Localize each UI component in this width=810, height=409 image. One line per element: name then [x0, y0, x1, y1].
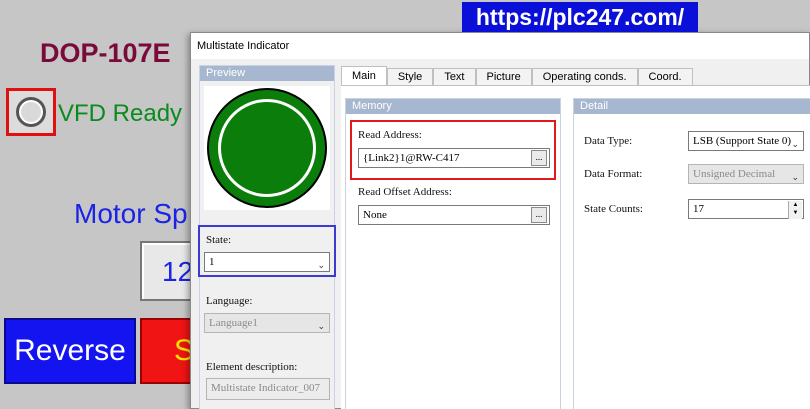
data-type-value: LSB (Support State 0): [693, 135, 792, 147]
indicator-lamp-icon: [16, 97, 46, 127]
read-offset-address-field[interactable]: None ...: [358, 205, 550, 225]
state-select-value: 1: [209, 256, 215, 268]
read-offset-address-value: None: [363, 209, 387, 221]
lamp-inner-ring: [218, 99, 316, 197]
green-lamp-icon: [207, 88, 327, 208]
vfd-ready-indicator-selected[interactable]: [6, 88, 56, 136]
main-tab-panel: Memory Read Address: {Link2}1@RW-C417 ..…: [341, 85, 810, 409]
speed-value: 12: [162, 256, 194, 287]
read-offset-browse-button[interactable]: ...: [531, 207, 547, 223]
tab-strip: Main Style Text Picture Operating conds.…: [341, 66, 693, 86]
detail-header: Detail: [574, 99, 810, 114]
language-select[interactable]: Language1 ⌄: [204, 313, 330, 333]
tab-text[interactable]: Text: [433, 68, 476, 86]
data-type-select[interactable]: LSB (Support State 0) ⌄: [688, 131, 804, 151]
read-offset-address-label: Read Offset Address:: [358, 186, 452, 198]
preview-panel: Preview State: 1 ⌄ Language: Language1 ⌄…: [198, 65, 336, 409]
tab-main[interactable]: Main: [341, 66, 387, 86]
state-label: State:: [206, 234, 232, 246]
data-format-label: Data Format:: [584, 168, 643, 180]
tab-coord[interactable]: Coord.: [637, 68, 693, 86]
state-counts-label: State Counts:: [584, 203, 643, 215]
vfd-ready-label: VFD Ready: [58, 100, 183, 127]
chevron-down-icon: ⌄: [317, 321, 325, 331]
language-label: Language:: [206, 295, 253, 307]
read-address-browse-button[interactable]: ...: [531, 150, 547, 166]
memory-group: Memory Read Address: {Link2}1@RW-C417 ..…: [345, 98, 561, 409]
chevron-down-icon[interactable]: ⌄: [317, 256, 325, 274]
data-format-select[interactable]: Unsigned Decimal ⌄: [688, 164, 804, 184]
watermark-url-banner: https://plc247.com/: [462, 2, 698, 32]
element-description-label: Element description:: [206, 361, 298, 373]
state-counts-value: 17: [693, 203, 704, 215]
state-counts-field[interactable]: 17 ▲ ▼: [688, 199, 804, 219]
detail-group: Detail Data Type: LSB (Support State 0) …: [573, 98, 810, 409]
element-description-field[interactable]: Multistate Indicator_007: [206, 378, 330, 400]
read-address-label: Read Address:: [358, 129, 422, 141]
tab-picture[interactable]: Picture: [475, 68, 532, 86]
language-select-value: Language1: [209, 317, 258, 329]
preview-canvas: [204, 86, 330, 210]
data-format-value: Unsigned Decimal: [693, 168, 776, 180]
chevron-down-icon: ⌄: [791, 172, 799, 182]
data-type-label: Data Type:: [584, 135, 633, 147]
preview-header: Preview: [200, 66, 334, 81]
reverse-button[interactable]: Reverse: [4, 318, 136, 384]
state-select[interactable]: 1 ⌄: [204, 252, 330, 272]
hmi-title: DOP-107E: [40, 38, 171, 68]
motor-speed-label: Motor Sp: [74, 198, 188, 229]
chevron-down-icon[interactable]: ⌄: [791, 135, 799, 153]
tab-operating-conds[interactable]: Operating conds.: [531, 68, 638, 86]
read-address-value: {Link2}1@RW-C417: [363, 152, 460, 164]
read-address-field[interactable]: {Link2}1@RW-C417 ...: [358, 148, 550, 168]
spin-arrows-icon[interactable]: ▲ ▼: [788, 201, 802, 219]
tab-style[interactable]: Style: [386, 68, 434, 86]
multistate-indicator-dialog: Multistate Indicator Preview State: 1 ⌄ …: [190, 32, 810, 409]
memory-header: Memory: [346, 99, 560, 114]
dialog-title: Multistate Indicator: [191, 33, 809, 59]
